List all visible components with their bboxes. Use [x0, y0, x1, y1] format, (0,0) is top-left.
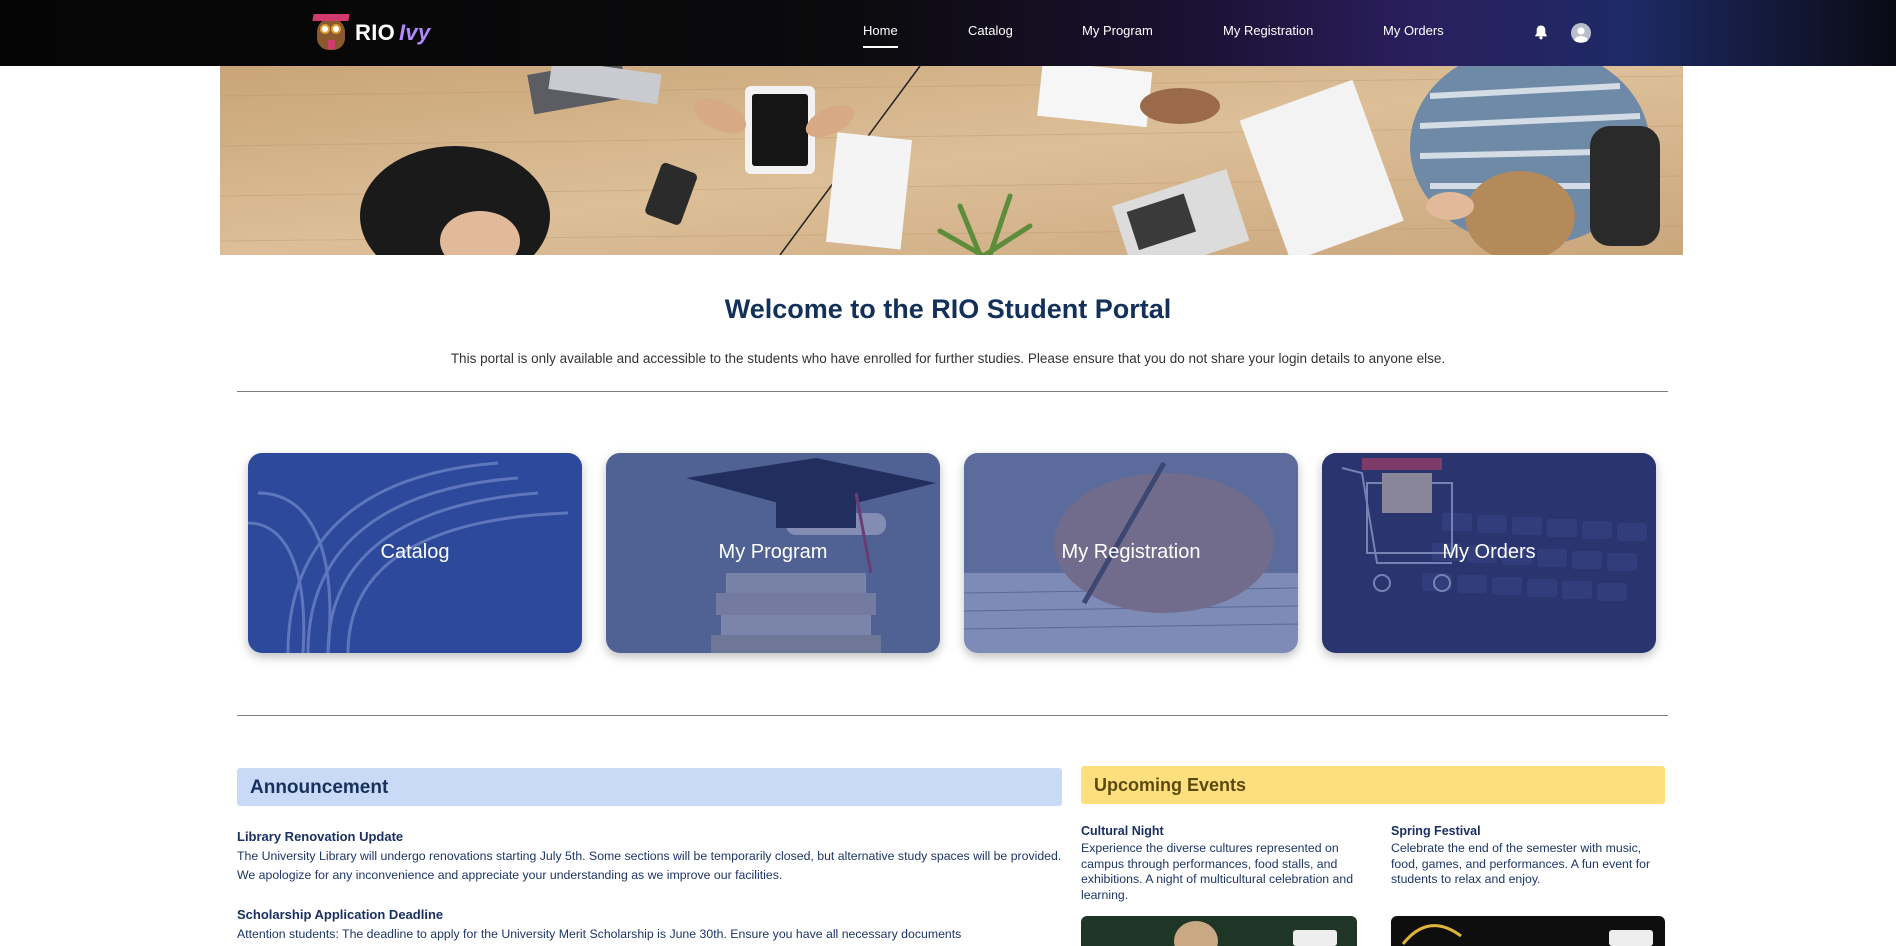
- tile-my-registration-label: My Registration: [1061, 541, 1201, 563]
- event-title: Cultural Night: [1081, 824, 1164, 838]
- nav-home[interactable]: Home: [863, 23, 898, 48]
- announcement-header: Announcement: [237, 768, 1062, 806]
- brand-logo[interactable]: RIO Ivy: [311, 14, 431, 52]
- event-image-spring-festival[interactable]: [1391, 916, 1665, 946]
- tile-my-program[interactable]: My Program: [606, 453, 940, 653]
- hero-banner-image: [220, 66, 1683, 255]
- nav-my-program[interactable]: My Program: [1082, 23, 1153, 38]
- events-heading: Upcoming Events: [1094, 775, 1247, 795]
- event-description: Celebrate the end of the semester with m…: [1391, 841, 1651, 886]
- divider: [237, 715, 1668, 716]
- notification-bell-icon[interactable]: [1533, 24, 1549, 40]
- tile-my-orders[interactable]: My Orders: [1322, 453, 1656, 653]
- top-navigation-bar: RIO Ivy Home Catalog My Program My Regist…: [0, 0, 1896, 66]
- events-header: Upcoming Events: [1081, 766, 1665, 804]
- tile-catalog-label: Catalog: [380, 541, 450, 563]
- nav-catalog[interactable]: Catalog: [968, 23, 1013, 38]
- announcement-item-text: Attention students: The deadline to appl…: [237, 927, 962, 941]
- event-description: Experience the diverse cultures represen…: [1081, 841, 1354, 902]
- announcement-item-title: Library Renovation Update: [237, 829, 404, 844]
- event-title: Spring Festival: [1391, 824, 1481, 838]
- announcement-heading: Announcement: [250, 777, 389, 798]
- tile-catalog[interactable]: Catalog: [248, 453, 582, 653]
- announcement-item-title: Scholarship Application Deadline: [237, 907, 444, 922]
- owl-mascot-icon: [311, 14, 351, 52]
- nav-my-registration[interactable]: My Registration: [1223, 23, 1313, 38]
- event-image-cultural-night[interactable]: [1081, 916, 1357, 946]
- tile-my-orders-label: My Orders: [1442, 541, 1536, 563]
- page-subtitle: This portal is only available and access…: [450, 351, 1446, 366]
- user-avatar-icon[interactable]: [1571, 23, 1591, 43]
- brand-name: RIO Ivy: [355, 20, 431, 45]
- divider: [237, 391, 1668, 392]
- tile-my-registration[interactable]: My Registration: [964, 453, 1298, 653]
- tile-my-program-label: My Program: [718, 541, 828, 563]
- page-title: Welcome to the RIO Student Portal: [724, 294, 1172, 324]
- nav-my-orders[interactable]: My Orders: [1383, 23, 1444, 38]
- announcement-item-text: The University Library will undergo reno…: [237, 849, 1062, 882]
